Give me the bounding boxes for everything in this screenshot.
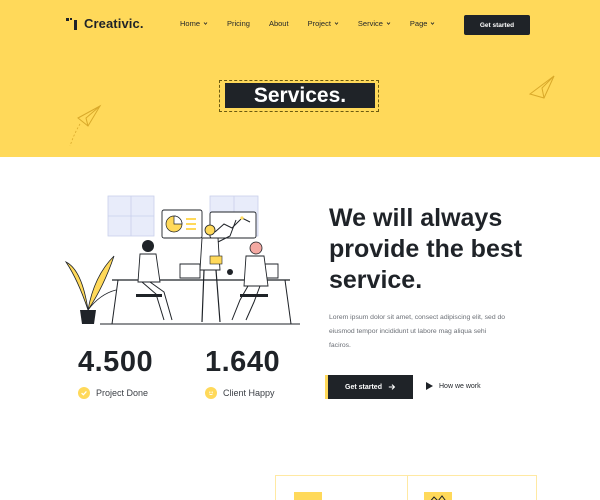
nav-item-pricing[interactable]: Pricing xyxy=(227,19,250,28)
nav-item-project[interactable]: Project xyxy=(308,19,339,28)
stat-project-done: 4.500 Project Done xyxy=(78,346,153,399)
page-title: Services. xyxy=(225,83,375,108)
chevron-down-icon xyxy=(386,22,391,25)
team-illustration xyxy=(64,195,300,325)
nav-label: Home xyxy=(180,19,201,28)
stat-client-happy: 1.640 Client Happy xyxy=(205,346,280,399)
get-started-button[interactable]: Get started xyxy=(464,15,530,35)
logo[interactable]: Creativic. xyxy=(66,16,144,31)
brand-name: Creativic. xyxy=(84,16,144,31)
card-badge xyxy=(424,492,452,500)
stat-label-row: Client Happy xyxy=(205,387,280,399)
how-we-work-button[interactable]: How we work xyxy=(426,382,481,390)
section-headline: We will always provide the best service. xyxy=(329,204,523,294)
nav-item-service[interactable]: Service xyxy=(358,19,391,28)
section-description: Lorem ipsum dolor sit amet, consect adip… xyxy=(329,314,506,349)
service-cards xyxy=(275,475,537,500)
button-label: Get started xyxy=(345,383,382,391)
nav-label: Project xyxy=(307,19,331,28)
stat-label: Client Happy xyxy=(223,388,275,398)
arrow-right-icon xyxy=(388,384,396,390)
chevron-down-icon xyxy=(431,22,435,25)
chevron-down-icon xyxy=(203,22,208,25)
stat-label: Project Done xyxy=(96,388,149,398)
logo-icon xyxy=(66,17,80,31)
card-divider xyxy=(407,476,408,500)
stat-value: 1.640 xyxy=(205,346,281,378)
nav-label: Page xyxy=(409,19,428,28)
nav-item-about[interactable]: About xyxy=(269,19,289,28)
nav-label: Pricing xyxy=(227,19,250,28)
paper-plane-icon xyxy=(528,75,555,99)
main-menu: Home Pricing About Project Service Page xyxy=(180,19,454,28)
button-label: How we work xyxy=(439,382,481,390)
stat-label-row: Project Done xyxy=(78,387,153,399)
get-started-button[interactable]: Get started xyxy=(325,375,413,399)
nav-item-home[interactable]: Home xyxy=(180,19,208,28)
smile-icon xyxy=(205,387,217,399)
play-icon xyxy=(426,382,433,390)
nav-label: About xyxy=(268,19,289,28)
stat-value: 4.500 xyxy=(78,346,154,378)
hero-banner: Creativic. Home Pricing About Project Se… xyxy=(0,0,600,157)
nav-item-page[interactable]: Page xyxy=(410,19,436,28)
mountain-icon xyxy=(430,495,446,500)
paper-plane-icon xyxy=(69,104,102,147)
chevron-down-icon xyxy=(334,22,339,25)
top-navigation: Creativic. Home Pricing About Project Se… xyxy=(0,0,600,50)
card-badge xyxy=(294,492,322,500)
nav-label: Service xyxy=(357,19,383,28)
check-circle-icon xyxy=(78,387,90,399)
